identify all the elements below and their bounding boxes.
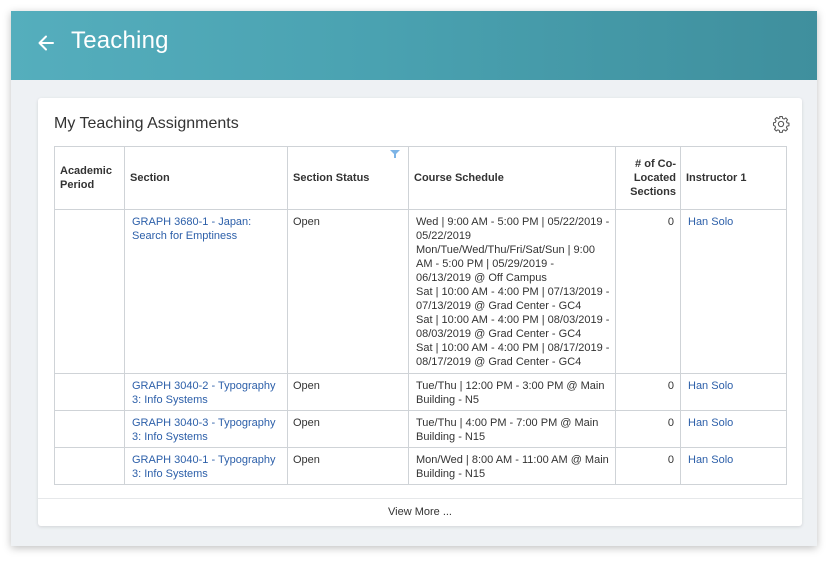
schedule-entry: Wed | 9:00 AM - 5:00 PM | 05/22/2019 - 0… — [416, 216, 610, 242]
schedule-entry: Mon/Tue/Wed/Thu/Fri/Sat/Sun | 9:00 AM - … — [416, 244, 595, 284]
academic-period-cell — [54, 447, 125, 485]
co-located-cell: 0 — [615, 410, 681, 448]
page-header: Teaching — [11, 11, 817, 80]
academic-period-cell — [54, 410, 125, 448]
column-header-section[interactable]: Section — [124, 146, 288, 210]
column-header-course-schedule[interactable]: Course Schedule — [408, 146, 616, 210]
column-header-section-status[interactable]: Section Status — [287, 146, 409, 210]
status-cell: Open — [287, 373, 409, 411]
instructor-link[interactable]: Han Solo — [686, 215, 781, 229]
section-cell: GRAPH 3040-3 - Typography 3: Info System… — [124, 410, 288, 448]
section-cell: GRAPH 3040-1 - Typography 3: Info System… — [124, 447, 288, 485]
schedule-entry: Sat | 10:00 AM - 4:00 PM | 08/17/2019 - … — [416, 342, 610, 368]
instructor-link[interactable]: Han Solo — [686, 453, 781, 467]
instructor-cell: Han Solo — [680, 410, 787, 448]
schedule-cell: Mon/Wed | 8:00 AM - 11:00 AM @ Main Buil… — [408, 447, 616, 485]
teaching-assignments-card: My Teaching Assignments Academic Period … — [38, 98, 802, 526]
section-link[interactable]: GRAPH 3680-1 - Japan: Search for Emptine… — [130, 215, 282, 243]
co-located-cell: 0 — [615, 447, 681, 485]
schedule-cell: Tue/Thu | 4:00 PM - 7:00 PM @ Main Build… — [408, 410, 616, 448]
instructor-link[interactable]: Han Solo — [686, 379, 781, 393]
section-link[interactable]: GRAPH 3040-2 - Typography 3: Info System… — [130, 379, 282, 407]
instructor-cell: Han Solo — [680, 447, 787, 485]
instructor-cell: Han Solo — [680, 209, 787, 374]
table-row: GRAPH 3680-1 - Japan: Search for Emptine… — [54, 209, 787, 374]
academic-period-cell — [54, 209, 125, 374]
column-header-co-located-sections[interactable]: # of Co-Located Sections — [615, 146, 681, 210]
schedule-cell: Wed | 9:00 AM - 5:00 PM | 05/22/2019 - 0… — [408, 209, 616, 374]
column-header-academic-period[interactable]: Academic Period — [54, 146, 125, 210]
academic-period-cell — [54, 373, 125, 411]
status-cell: Open — [287, 209, 409, 374]
section-cell: GRAPH 3040-2 - Typography 3: Info System… — [124, 373, 288, 411]
section-cell: GRAPH 3680-1 - Japan: Search for Emptine… — [124, 209, 288, 374]
instructor-cell: Han Solo — [680, 373, 787, 411]
table-row: GRAPH 3040-2 - Typography 3: Info System… — [54, 373, 787, 411]
co-located-cell: 0 — [615, 209, 681, 374]
page-title: Teaching — [71, 27, 169, 54]
assignments-table: Academic Period Section Section Status C… — [54, 146, 787, 485]
co-located-cell: 0 — [615, 373, 681, 411]
column-header-instructor-1[interactable]: Instructor 1 — [680, 146, 787, 210]
section-link[interactable]: GRAPH 3040-3 - Typography 3: Info System… — [130, 416, 282, 444]
table-row: GRAPH 3040-1 - Typography 3: Info System… — [54, 447, 787, 485]
gear-icon[interactable] — [772, 115, 790, 133]
section-link[interactable]: GRAPH 3040-1 - Typography 3: Info System… — [130, 453, 282, 481]
table-row: GRAPH 3040-3 - Typography 3: Info System… — [54, 410, 787, 448]
card-footer: View More ... — [38, 498, 802, 527]
schedule-entry: Tue/Thu | 12:00 PM - 3:00 PM @ Main Buil… — [416, 380, 605, 406]
instructor-link[interactable]: Han Solo — [686, 416, 781, 430]
schedule-entry: Mon/Wed | 8:00 AM - 11:00 AM @ Main Buil… — [416, 454, 609, 480]
view-more-link[interactable]: View More ... — [388, 506, 452, 518]
schedule-entry: Sat | 10:00 AM - 4:00 PM | 07/13/2019 - … — [416, 286, 610, 312]
schedule-cell: Tue/Thu | 12:00 PM - 3:00 PM @ Main Buil… — [408, 373, 616, 411]
filter-icon[interactable] — [390, 150, 400, 158]
card-title: My Teaching Assignments — [54, 115, 239, 132]
app-window: Teaching My Teaching Assignments Academi… — [11, 11, 817, 546]
arrow-left-icon[interactable] — [35, 32, 57, 54]
schedule-entry: Tue/Thu | 4:00 PM - 7:00 PM @ Main Build… — [416, 417, 599, 443]
schedule-entry: Sat | 10:00 AM - 4:00 PM | 08/03/2019 - … — [416, 314, 610, 340]
table-header-row: Academic Period Section Section Status C… — [54, 146, 787, 210]
status-cell: Open — [287, 410, 409, 448]
status-cell: Open — [287, 447, 409, 485]
